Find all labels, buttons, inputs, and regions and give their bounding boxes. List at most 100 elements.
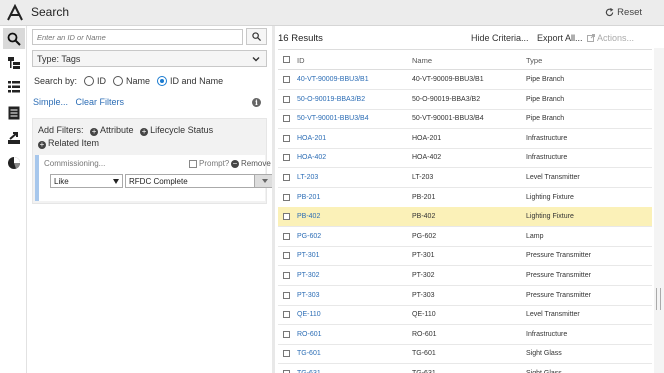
info-icon[interactable]: i — [252, 98, 261, 107]
filter-criterion: Commissioning... Prompt? − Remove Like R… — [35, 155, 275, 201]
row-checkbox[interactable] — [283, 115, 290, 123]
add-related-item-filter[interactable]: + Related Item — [38, 138, 99, 149]
actions-button[interactable]: Actions... — [587, 33, 634, 43]
table-row[interactable]: 50-VT-90001-BBU3/B4 50-VT-90001-BBU3/B4 Pi… — [278, 109, 652, 130]
type-select[interactable]: Type: Tags — [32, 50, 267, 67]
prompt-checkbox[interactable] — [189, 159, 197, 168]
chart-icon — [8, 156, 20, 169]
value-dropdown-button[interactable] — [254, 175, 274, 187]
criterion-name: Commissioning... — [44, 159, 106, 168]
table-row[interactable]: RO-601 RO-601 Infrastructure — [278, 325, 652, 345]
table-row[interactable]: PG-602 PG-602 Lamp — [278, 227, 652, 247]
rail-chart[interactable] — [3, 152, 25, 173]
row-id-link[interactable]: PT-301 — [297, 252, 320, 259]
hide-criteria-button[interactable]: Hide Criteria... — [471, 33, 529, 43]
row-id-link[interactable]: QE-110 — [297, 311, 321, 318]
table-row[interactable]: LT-203 LT-203 Level Transmitter — [278, 168, 652, 188]
row-id-link[interactable]: TG-601 — [297, 350, 321, 357]
row-id-link[interactable]: PT-303 — [297, 292, 320, 299]
search-button[interactable] — [246, 28, 267, 45]
row-checkbox[interactable] — [283, 134, 290, 142]
row-type: Infrastructure — [526, 154, 568, 162]
column-header-type[interactable]: Type — [526, 56, 542, 65]
radio-id-and-name[interactable] — [157, 76, 168, 86]
simple-link[interactable]: Simple... — [33, 97, 68, 107]
row-id-link[interactable]: LT-203 — [297, 174, 318, 181]
table-row[interactable]: PT-303 PT-303 Pressure Transmitter — [278, 286, 652, 306]
table-row[interactable]: QE-110 QE-110 Level Transmitter — [278, 305, 652, 326]
radio-id[interactable] — [84, 76, 95, 86]
remove-criterion-button[interactable]: − Remove — [231, 159, 271, 168]
rail-export[interactable] — [3, 127, 25, 148]
refresh-icon — [605, 8, 614, 17]
row-checkbox[interactable] — [283, 291, 290, 299]
column-header-name[interactable]: Name — [412, 56, 432, 65]
row-checkbox[interactable] — [283, 213, 290, 221]
table-row[interactable]: TG-601 TG-601 Sight Glass — [278, 344, 652, 365]
chevron-down-icon — [113, 179, 119, 184]
reset-button[interactable]: Reset — [605, 7, 642, 18]
prompt-toggle[interactable]: Prompt? — [189, 159, 229, 168]
add-attribute-filter[interactable]: + Attribute — [90, 125, 134, 136]
row-checkbox[interactable] — [283, 252, 290, 260]
row-checkbox[interactable] — [283, 272, 290, 279]
add-lifecycle-filter[interactable]: + Lifecycle Status — [140, 125, 213, 136]
table-row[interactable]: HOA-402 HOA-402 Infrastructure — [278, 148, 652, 169]
row-name: PB-201 — [412, 193, 436, 201]
table-row[interactable]: 50-O-90019-BBA3/B2 50-O-90019-BBA3/B2 Pipe… — [278, 90, 652, 110]
table-row[interactable]: PB-201 PB-201 Lighting Fixture — [278, 188, 652, 208]
row-checkbox[interactable] — [283, 193, 290, 201]
table-row[interactable]: HOA-201 HOA-201 Infrastructure — [278, 129, 652, 149]
row-checkbox[interactable] — [283, 350, 290, 358]
select-all-checkbox[interactable] — [283, 56, 290, 63]
table-row[interactable]: PB-402 PB-402 Lighting Fixture — [278, 207, 652, 228]
table-row[interactable]: 40-VT-90009-BBU3/B1 40-VT-90009-BBU3/B1 Pi… — [278, 70, 652, 90]
radio-name-label: Name — [126, 76, 151, 86]
column-header-id[interactable]: ID — [297, 56, 305, 65]
minus-icon: − — [231, 158, 239, 168]
logo-icon — [7, 4, 23, 21]
hierarchy-icon — [8, 56, 20, 69]
row-name: PB-402 — [412, 213, 436, 221]
rail-search[interactable] — [3, 28, 25, 49]
rail-document[interactable] — [3, 102, 25, 123]
row-name: 40-VT-90009-BBU3/B1 — [412, 76, 484, 83]
table-row[interactable]: PT-301 PT-301 Pressure Transmitter — [278, 246, 652, 267]
row-id-link[interactable]: PB-402 — [297, 213, 320, 220]
radio-name[interactable] — [113, 76, 124, 86]
scrollbar[interactable] — [654, 48, 664, 373]
export-all-button[interactable]: Export All... — [537, 33, 583, 43]
row-id-link[interactable]: 40-VT-90009-BBU3/B1 — [297, 76, 369, 83]
rail-hierarchy[interactable] — [3, 52, 25, 73]
actions-label: Actions... — [597, 33, 635, 43]
row-id-link[interactable]: HOA-402 — [297, 154, 326, 161]
value-select[interactable]: RFDC Complete — [125, 174, 275, 188]
row-id-link[interactable]: 50-VT-90001-BBU3/B4 — [297, 115, 369, 122]
table-row[interactable]: PT-302 PT-302 Pressure Transmitter — [278, 266, 652, 286]
row-checkbox[interactable] — [283, 311, 290, 319]
add-filters-label: Add Filters: — [38, 125, 84, 135]
row-name: PG-602 — [412, 232, 437, 240]
row-type: Lamp — [526, 232, 544, 240]
table-row[interactable]: TG-631TG-631Sight Glass — [278, 364, 652, 373]
operator-select[interactable]: Like — [50, 174, 123, 188]
radio-id-and-name-label: ID and Name — [170, 76, 224, 86]
row-id-link[interactable]: HOA-201 — [297, 135, 326, 142]
row-checkbox[interactable] — [283, 95, 290, 103]
row-id-link[interactable]: RO-601 — [297, 331, 322, 338]
scrollbar-grip[interactable] — [656, 288, 661, 310]
row-id-link[interactable]: PB-201 — [297, 194, 320, 201]
row-id-link[interactable]: 50-O-90019-BBA3/B2 — [297, 96, 365, 103]
row-checkbox[interactable] — [283, 232, 290, 240]
clear-filters-link[interactable]: Clear Filters — [76, 97, 125, 107]
rail-list[interactable] — [3, 76, 25, 97]
row-name: TG-601 — [412, 350, 436, 358]
row-id-link[interactable]: PT-302 — [297, 272, 320, 279]
row-checkbox[interactable] — [283, 330, 290, 338]
row-checkbox[interactable] — [283, 174, 290, 181]
search-input[interactable] — [32, 29, 243, 45]
row-id-link[interactable]: PG-602 — [297, 233, 321, 240]
chevron-down-icon — [252, 57, 260, 62]
row-checkbox[interactable] — [283, 154, 290, 162]
row-checkbox[interactable] — [283, 76, 290, 83]
